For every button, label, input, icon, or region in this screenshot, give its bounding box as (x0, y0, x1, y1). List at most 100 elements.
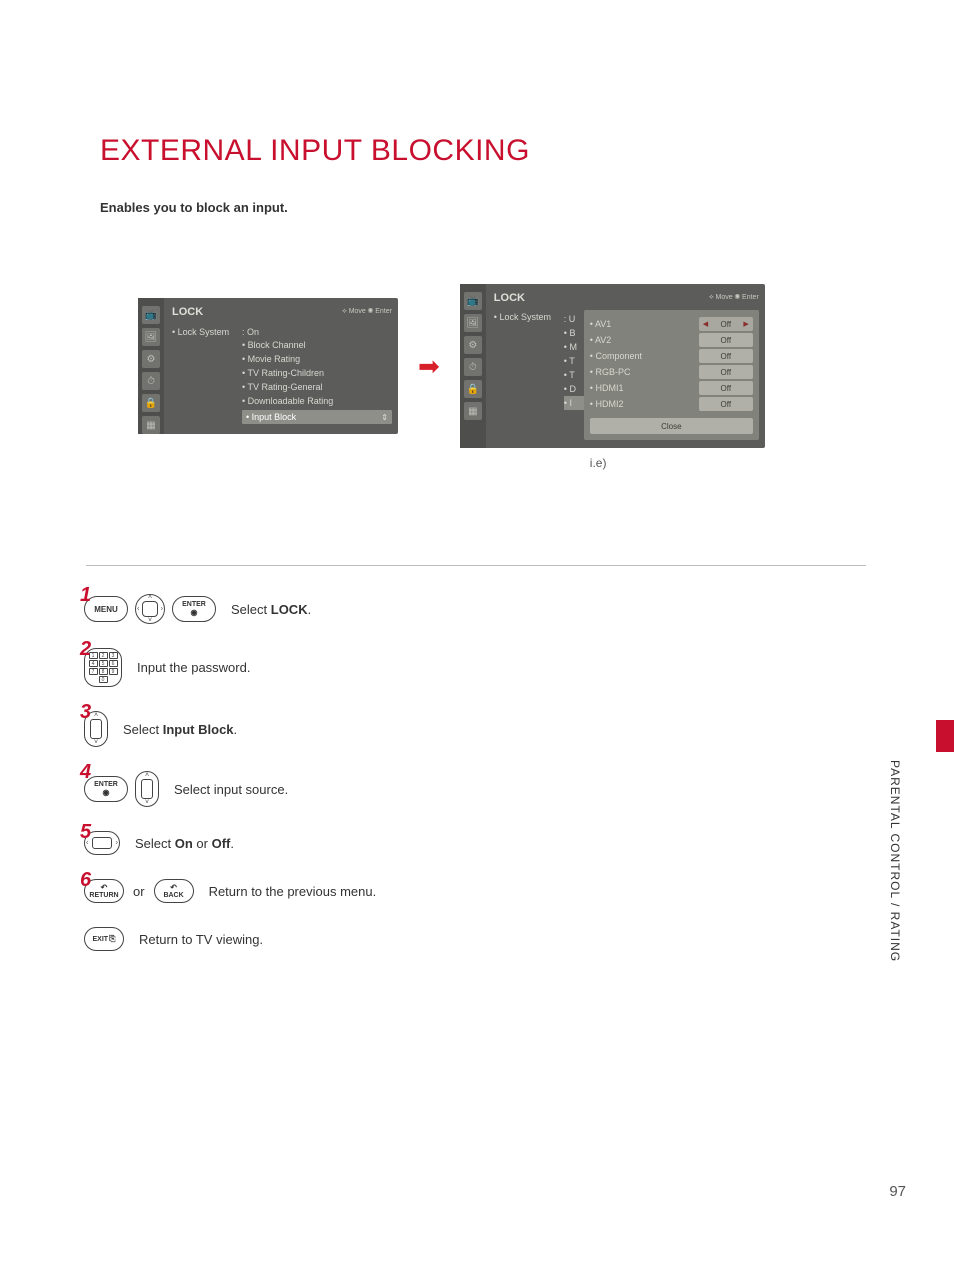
menu-downloadable[interactable]: • Downloadable Rating (172, 394, 392, 408)
menu-tv-general[interactable]: • TV Rating-General (172, 380, 392, 394)
step-2: 2 123 456 789 0 Input the password. (84, 648, 584, 687)
screenshots-row: 📺 🖼 ⚙ ⏱ 🔒 ▦ LOCK ⟡ Move ◉ Enter • Lock S… (138, 284, 765, 448)
divider (86, 565, 866, 566)
close-button[interactable]: Close (590, 418, 753, 434)
input-row-component[interactable]: • Component Off (590, 348, 753, 364)
updown-button[interactable]: ˄ ˅ (135, 771, 159, 807)
enter-button[interactable]: ENTER ◉ (172, 596, 216, 622)
osd-icon-4: ⏱ (142, 372, 160, 390)
osd-icon-1: 📺 (142, 306, 160, 324)
step-text: Select input source. (174, 782, 288, 797)
osd-hints: ⟡ Move ◉ Enter (342, 308, 392, 316)
osd2-title: LOCK (494, 292, 525, 304)
step-1: 1 MENU ˄ ˅ ‹ › ENTER ◉ Select LOCK. (84, 594, 584, 624)
exit-button[interactable]: EXIT ⎘ (84, 927, 124, 951)
exit-label: EXIT (93, 936, 109, 943)
osd-title: LOCK (172, 306, 203, 318)
arrow-right-icon: ➡ (418, 351, 440, 382)
instruction-steps: 1 MENU ˄ ˅ ‹ › ENTER ◉ Select LOCK. 2 12… (84, 594, 584, 975)
step-number: 2 (80, 638, 91, 661)
step-text: Select On or Off. (135, 836, 234, 851)
back-button[interactable]: ↶ BACK (154, 879, 194, 903)
input-label: • AV2 (590, 335, 693, 345)
chevron-right-icon: › (161, 606, 163, 613)
mid-4: • T (564, 368, 584, 382)
step-7: EXIT ⎘ Return to TV viewing. (84, 927, 584, 951)
mid-1: • B (564, 326, 584, 340)
osd2-icon-4: ⏱ (464, 358, 482, 376)
input-value-av2[interactable]: Off (699, 333, 753, 347)
osd2-icon-6: ▦ (464, 402, 482, 420)
input-block-panel: • AV1 ◀ Off ▶ • AV2 Off • Component Off (584, 310, 759, 440)
step-text: Select Input Block. (123, 722, 237, 737)
mid-0: : U (564, 312, 584, 326)
step-6: 6 ↶ RETURN or ↶ BACK Return to the previ… (84, 879, 584, 903)
osd2-lock-system-label: • Lock System (494, 312, 564, 322)
chevron-up-icon: ˄ (94, 712, 98, 719)
input-row-hdmi2[interactable]: • HDMI2 Off (590, 396, 753, 412)
step-number: 3 (80, 701, 91, 724)
chevron-down-icon: ˅ (94, 739, 98, 746)
osd-icon-5: 🔒 (142, 394, 160, 412)
input-label: • HDMI2 (590, 399, 693, 409)
dpad-button[interactable]: ˄ ˅ ‹ › (135, 594, 165, 624)
step-5: 5 ‹ › Select On or Off. (84, 831, 584, 855)
step-number: 4 (80, 761, 91, 784)
lock-system-value: : On (242, 327, 392, 337)
input-value-rgbpc[interactable]: Off (699, 365, 753, 379)
input-row-av1[interactable]: • AV1 ◀ Off ▶ (590, 316, 753, 332)
osd-icon-6: ▦ (142, 416, 160, 434)
ie-note: i.e) (590, 456, 607, 470)
page-number: 97 (889, 1183, 906, 1200)
osd2-icon-1: 📺 (464, 292, 482, 310)
chevron-up-icon: ˄ (145, 772, 149, 779)
menu-tv-children[interactable]: • TV Rating-Children (172, 366, 392, 380)
chevron-left-icon: ‹ (137, 606, 139, 613)
mid-2: • M (564, 340, 584, 354)
page-title: EXTERNAL INPUT BLOCKING (100, 134, 530, 168)
mid-6: • I (564, 396, 584, 410)
menu-block-channel[interactable]: • Block Channel (172, 338, 392, 352)
side-tab (936, 720, 954, 752)
enter-label: ENTER (182, 601, 206, 608)
osd2-icon-3: ⚙ (464, 336, 482, 354)
osd2-icon-2: 🖼 (464, 314, 482, 332)
updown-icon: ⇕ (381, 413, 388, 422)
input-value-hdmi2[interactable]: Off (699, 397, 753, 411)
return-label: RETURN (89, 892, 118, 899)
section-label: PARENTAL CONTROL / RATING (888, 760, 902, 962)
input-value-hdmi1[interactable]: Off (699, 381, 753, 395)
chevron-up-icon: ˄ (148, 594, 152, 601)
step-text: Select LOCK. (231, 602, 311, 617)
step-3: 3 ˄ ˅ Select Input Block. (84, 711, 584, 747)
mid-3: • T (564, 354, 584, 368)
input-row-hdmi1[interactable]: • HDMI1 Off (590, 380, 753, 396)
step-number: 5 (80, 821, 91, 844)
back-arrow-icon: ↶ (170, 884, 177, 892)
osd-icon-2: 🖼 (142, 328, 160, 346)
input-label: • RGB-PC (590, 367, 693, 377)
chevron-down-icon: ˅ (148, 617, 152, 624)
enter-label: ENTER (94, 781, 118, 788)
step-text: Input the password. (137, 660, 250, 675)
return-arrow-icon: ↶ (101, 884, 108, 892)
input-row-av2[interactable]: • AV2 Off (590, 332, 753, 348)
mid-5: • D (564, 382, 584, 396)
triangle-right-icon: ▶ (743, 320, 748, 328)
menu-movie-rating[interactable]: • Movie Rating (172, 352, 392, 366)
chevron-right-icon: › (116, 840, 118, 847)
input-value-av1[interactable]: ◀ Off ▶ (699, 317, 753, 331)
step-4: 4 ENTER ◉ ˄ ˅ Select input source. (84, 771, 584, 807)
page-subtitle: Enables you to block an input. (100, 200, 288, 215)
lock-system-label: • Lock System (172, 327, 242, 337)
input-value-component[interactable]: Off (699, 349, 753, 363)
input-row-rgbpc[interactable]: • RGB-PC Off (590, 364, 753, 380)
triangle-left-icon: ◀ (703, 320, 708, 328)
menu-input-block-highlighted[interactable]: • Input Block ⇕ (242, 410, 392, 424)
osd-icon-3: ⚙ (142, 350, 160, 368)
osd2-icon-5: 🔒 (464, 380, 482, 398)
step-text: Return to the previous menu. (209, 884, 377, 899)
chevron-down-icon: ˅ (145, 799, 149, 806)
input-label: • AV1 (590, 319, 693, 329)
back-label: BACK (163, 892, 183, 899)
